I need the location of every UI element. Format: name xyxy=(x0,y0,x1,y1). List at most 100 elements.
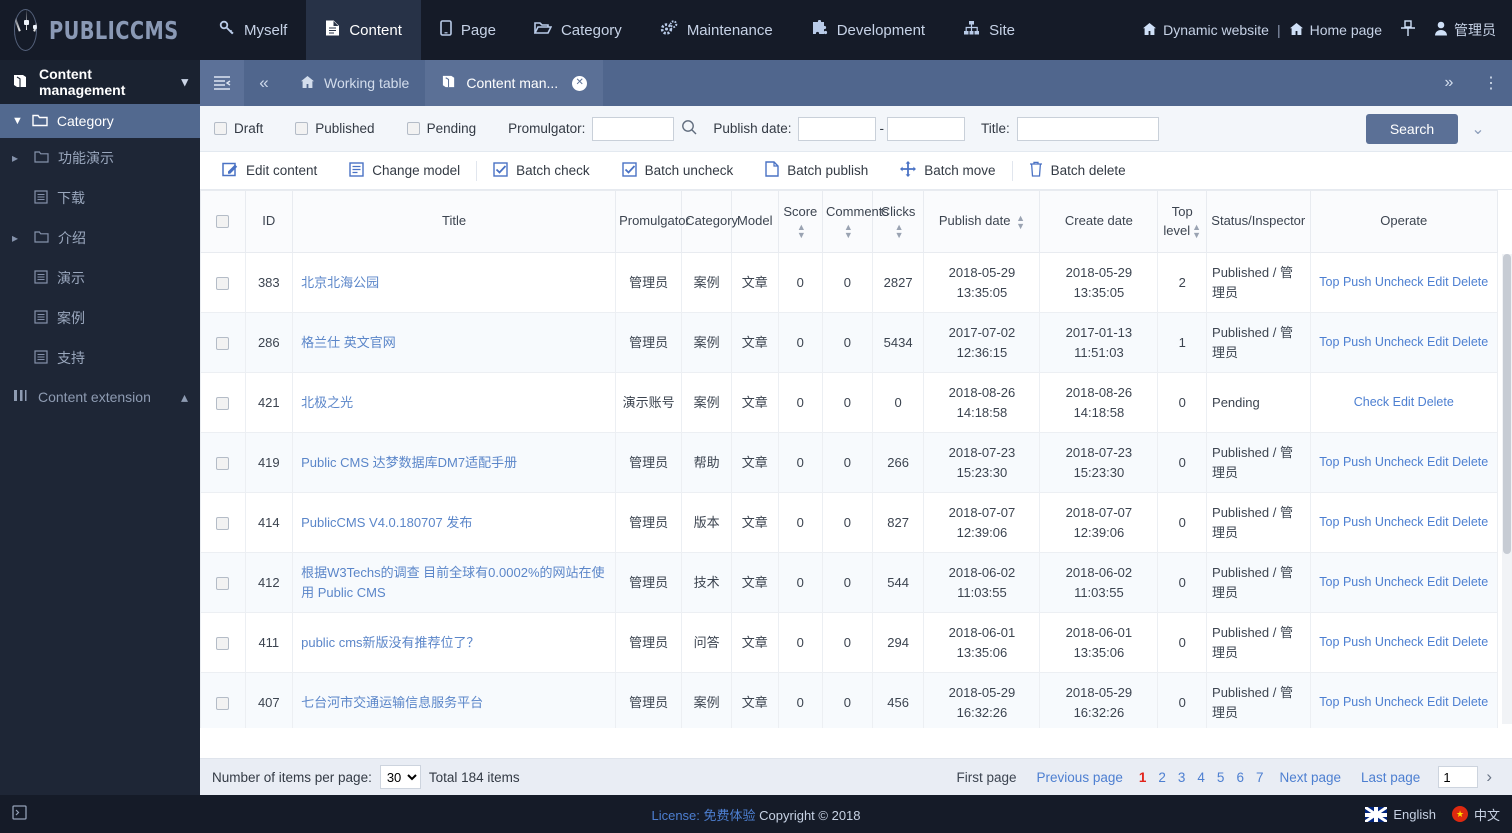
operate-link-uncheck[interactable]: Uncheck xyxy=(1375,455,1424,469)
operate-link-top[interactable]: Top xyxy=(1319,455,1339,469)
next-page-button[interactable]: Next page xyxy=(1269,770,1351,785)
cell-operate[interactable]: Check Edit Delete xyxy=(1309,372,1499,433)
operate-link-uncheck[interactable]: Uncheck xyxy=(1375,575,1424,589)
cell-operate[interactable]: Top Push Uncheck Edit Delete xyxy=(1309,552,1499,613)
row-checkbox[interactable] xyxy=(216,456,230,470)
filter-published-checkbox[interactable]: Published xyxy=(295,121,375,136)
publish-date-from-input[interactable] xyxy=(798,116,877,141)
operate-link-check[interactable]: Check xyxy=(1354,395,1389,409)
cell-operate[interactable]: Top Push Uncheck Edit Delete xyxy=(1309,672,1499,728)
cell-operate[interactable]: Top Push Uncheck Edit Delete xyxy=(1309,252,1499,313)
col-header-clicks[interactable]: Clicks ▲ ▼ xyxy=(871,190,925,253)
checkbox-box[interactable] xyxy=(214,122,227,135)
clear-cache-icon[interactable] xyxy=(1386,20,1430,40)
row-select-cell[interactable] xyxy=(200,432,246,493)
expand-filters-chevron-icon[interactable]: ⌄ xyxy=(1458,119,1498,139)
dynamic-website-link[interactable]: Dynamic website xyxy=(1138,22,1273,39)
home-page-link[interactable]: Home page xyxy=(1285,22,1386,39)
chevron-down-icon[interactable]: ▾ xyxy=(181,74,188,90)
cell-title[interactable]: 格兰仕 英文官网 xyxy=(292,312,617,373)
language-chinese-button[interactable]: ★ 中文 xyxy=(1451,805,1500,824)
batch-uncheck-button[interactable]: Batch uncheck xyxy=(606,161,750,180)
operate-link-delete[interactable]: Delete xyxy=(1452,455,1488,469)
scrollbar-thumb[interactable] xyxy=(1503,254,1511,554)
sidebar-group-category[interactable]: ▼ Category xyxy=(0,104,200,138)
select-all-checkbox[interactable] xyxy=(216,215,230,229)
sidebar-item-jieshao[interactable]: ▸ 介绍 xyxy=(0,218,200,258)
operate-link-push[interactable]: Push xyxy=(1343,275,1372,289)
page-number-2[interactable]: 2 xyxy=(1152,770,1172,785)
title-input[interactable] xyxy=(1016,116,1159,141)
title-link[interactable]: Public CMS 达梦数据库DM7适配手册 xyxy=(301,455,517,470)
sidebar-item-yanshi[interactable]: 演示 xyxy=(0,258,200,298)
language-english-button[interactable]: English xyxy=(1365,806,1436,822)
operate-link-delete[interactable]: Delete xyxy=(1452,695,1488,709)
row-checkbox[interactable] xyxy=(216,396,230,410)
col-header-score[interactable]: Score ▲ ▼ xyxy=(777,190,824,253)
title-link[interactable]: public cms新版没有推荐位了？ xyxy=(301,635,479,650)
cell-title[interactable]: 根据W3Techs的调查 目前全球有0.0002%的网站在使用 Public C… xyxy=(292,552,617,613)
row-checkbox[interactable] xyxy=(216,636,230,650)
page-number-4[interactable]: 4 xyxy=(1191,770,1211,785)
operate-link-push[interactable]: Push xyxy=(1343,335,1372,349)
sort-icon[interactable]: ▲ ▼ xyxy=(844,222,853,239)
checkbox-box[interactable] xyxy=(295,122,309,135)
operate-link-edit[interactable]: Edit xyxy=(1427,275,1449,289)
page-number-6[interactable]: 6 xyxy=(1230,770,1250,785)
operate-link-edit[interactable]: Edit xyxy=(1427,635,1449,649)
table-row[interactable]: 419 Public CMS 达梦数据库DM7适配手册 管理员 帮助 文章 0 0 266 20… xyxy=(200,432,1499,493)
operate-link-top[interactable]: Top xyxy=(1319,575,1339,589)
cell-title[interactable]: 北极之光 xyxy=(292,372,617,433)
cell-title[interactable]: PublicCMS V4.0.180707 发布 xyxy=(292,492,617,553)
row-select-cell[interactable] xyxy=(200,372,246,433)
operate-link-push[interactable]: Push xyxy=(1343,695,1372,709)
change-model-button[interactable]: Change model xyxy=(333,161,476,180)
previous-page-button[interactable]: Previous page xyxy=(1027,770,1133,785)
promulgator-search-icon[interactable] xyxy=(674,119,705,138)
filter-draft-checkbox[interactable]: Draft xyxy=(214,121,263,136)
batch-delete-button[interactable]: Batch delete xyxy=(1013,161,1142,180)
batch-publish-button[interactable]: Batch publish xyxy=(749,161,884,180)
nav-item-development[interactable]: Development xyxy=(792,0,944,60)
title-link[interactable]: 七台河市交通运输信息服务平台 xyxy=(301,695,483,710)
row-checkbox[interactable] xyxy=(216,336,230,350)
sidebar-item-zhichi[interactable]: 支持 xyxy=(0,338,200,378)
operate-link-top[interactable]: Top xyxy=(1319,335,1339,349)
row-select-cell[interactable] xyxy=(200,492,246,553)
table-row[interactable]: 414 PublicCMS V4.0.180707 发布 管理员 版本 文章 0 0 827 2… xyxy=(200,492,1499,553)
title-link[interactable]: 北京北海公园 xyxy=(301,275,379,290)
sidebar-toggle-button[interactable] xyxy=(200,60,244,106)
cell-operate[interactable]: Top Push Uncheck Edit Delete xyxy=(1309,432,1499,493)
title-link[interactable]: 根据W3Techs的调查 目前全球有0.0002%的网站在使用 Public C… xyxy=(301,565,604,600)
row-checkbox[interactable] xyxy=(216,276,230,290)
title-link[interactable]: 格兰仕 英文官网 xyxy=(301,335,396,350)
publish-date-to-input[interactable] xyxy=(886,116,965,141)
col-header-comments[interactable]: Comments ▲ ▼ xyxy=(822,190,889,253)
brand-logo[interactable]: PUBLICCMS xyxy=(0,0,200,60)
operate-link-push[interactable]: Push xyxy=(1343,515,1372,529)
last-page-button[interactable]: Last page xyxy=(1351,770,1430,785)
operate-link-uncheck[interactable]: Uncheck xyxy=(1375,515,1424,529)
operate-link-uncheck[interactable]: Uncheck xyxy=(1375,695,1424,709)
license-link[interactable]: 免费体验 xyxy=(704,808,756,823)
operate-link-delete[interactable]: Delete xyxy=(1452,575,1488,589)
col-header-publish-date[interactable]: Publish date ▲ ▼ xyxy=(923,190,1041,253)
tab-options-menu-icon[interactable]: ⋮ xyxy=(1470,60,1512,106)
cell-title[interactable]: Public CMS 达梦数据库DM7适配手册 xyxy=(292,432,617,493)
per-page-select[interactable]: 30 xyxy=(379,765,421,789)
operate-link-edit[interactable]: Edit xyxy=(1427,575,1449,589)
edit-content-button[interactable]: Edit content xyxy=(214,161,333,180)
title-link[interactable]: 北极之光 xyxy=(301,395,353,410)
operate-link-edit[interactable]: Edit xyxy=(1393,395,1415,409)
sort-icon[interactable]: ▲ ▼ xyxy=(1192,222,1201,239)
nav-item-site[interactable]: Site xyxy=(944,0,1034,60)
operate-link-edit[interactable]: Edit xyxy=(1427,695,1449,709)
operate-link-delete[interactable]: Delete xyxy=(1452,335,1488,349)
operate-link-push[interactable]: Push xyxy=(1343,455,1372,469)
nav-item-page[interactable]: Page xyxy=(421,0,515,60)
nav-item-maintenance[interactable]: Maintenance xyxy=(641,0,792,60)
row-checkbox[interactable] xyxy=(216,576,230,590)
tabs-scroll-left-button[interactable]: « xyxy=(244,60,284,106)
select-all-header[interactable] xyxy=(200,190,246,253)
sidebar-item-gongnengyanshi[interactable]: ▸ 功能演示 xyxy=(0,138,200,178)
